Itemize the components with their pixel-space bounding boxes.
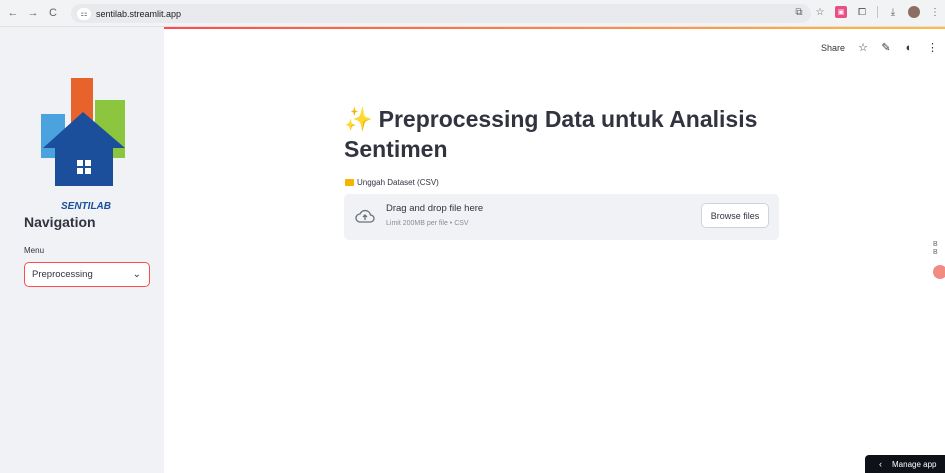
edit-icon[interactable]: ✎ bbox=[881, 41, 891, 54]
chevron-left-icon: ‹ bbox=[879, 459, 882, 469]
chevron-down-icon: ⌄ bbox=[132, 269, 141, 280]
browse-files-button[interactable]: Browse files bbox=[701, 203, 769, 228]
dropzone-limit: Limit 200MB per file • CSV bbox=[386, 220, 469, 227]
floating-widget-icon[interactable] bbox=[933, 265, 945, 279]
url-text[interactable]: sentilab.streamlit.app bbox=[96, 9, 181, 19]
menu-select-value: Preprocessing bbox=[32, 269, 93, 280]
page-title-text: Preprocessing Data untuk Analisis Sentim… bbox=[344, 106, 758, 162]
reload-icon[interactable]: C bbox=[46, 6, 60, 20]
menu-select[interactable]: Preprocessing ⌄ bbox=[24, 262, 150, 287]
more-menu-icon[interactable]: ⋮ bbox=[927, 41, 938, 54]
download-icon[interactable]: ⤓ bbox=[887, 6, 899, 18]
github-icon[interactable]: ◐ bbox=[904, 42, 914, 54]
sentilab-logo: SENTILAB bbox=[41, 78, 125, 212]
header-decoration bbox=[164, 27, 945, 29]
upload-label-text: Unggah Dataset (CSV) bbox=[357, 178, 439, 187]
browser-bar: ← → C ⚏ sentilab.streamlit.app ⧉ ☆ ▣ ⧠ ⤓… bbox=[0, 0, 945, 27]
menu-label: Menu bbox=[24, 246, 45, 255]
share-button[interactable]: Share bbox=[821, 43, 845, 53]
extension-icon[interactable]: ▣ bbox=[835, 6, 847, 18]
back-arrow-icon[interactable]: ← bbox=[6, 6, 20, 20]
page-title: ✨ Preprocessing Data untuk Analisis Senti… bbox=[344, 104, 764, 164]
dropzone-instructions: Drag and drop file here bbox=[386, 203, 484, 214]
site-settings-icon[interactable]: ⚏ bbox=[77, 7, 91, 20]
file-dropzone[interactable]: Drag and drop file here Limit 200MB per … bbox=[344, 194, 779, 240]
browser-menu-icon[interactable]: ⋮ bbox=[929, 6, 941, 18]
upload-label: Unggah Dataset (CSV) bbox=[345, 178, 439, 187]
logo-text: SENTILAB bbox=[61, 201, 111, 212]
sidebar: SENTILAB Navigation Menu Preprocessing ⌄ bbox=[0, 27, 164, 473]
app-toolbar: Share ☆ ✎ ◐ ⋮ bbox=[821, 41, 938, 55]
profile-avatar[interactable] bbox=[908, 6, 920, 18]
divider bbox=[877, 6, 878, 18]
folder-icon bbox=[345, 179, 354, 186]
manage-app-label: Manage app bbox=[892, 459, 937, 469]
browser-actions: ⧉ ☆ ▣ ⧠ ⤓ ⋮ bbox=[793, 6, 941, 18]
bookmark-star-icon[interactable]: ☆ bbox=[814, 6, 826, 18]
address-bar[interactable]: ⚏ sentilab.streamlit.app bbox=[71, 4, 811, 23]
cast-icon[interactable]: ⧉ bbox=[793, 6, 805, 18]
extensions-puzzle-icon[interactable]: ⧠ bbox=[856, 6, 868, 18]
star-icon[interactable]: ☆ bbox=[858, 41, 868, 54]
manage-app-button[interactable]: ‹ Manage app bbox=[865, 455, 945, 473]
floating-widget-label[interactable]: BB bbox=[933, 241, 938, 257]
forward-arrow-icon[interactable]: → bbox=[26, 6, 40, 20]
cloud-upload-icon bbox=[355, 209, 375, 223]
sparkles-icon: ✨ bbox=[344, 106, 373, 132]
navigation-heading: Navigation bbox=[24, 214, 96, 230]
